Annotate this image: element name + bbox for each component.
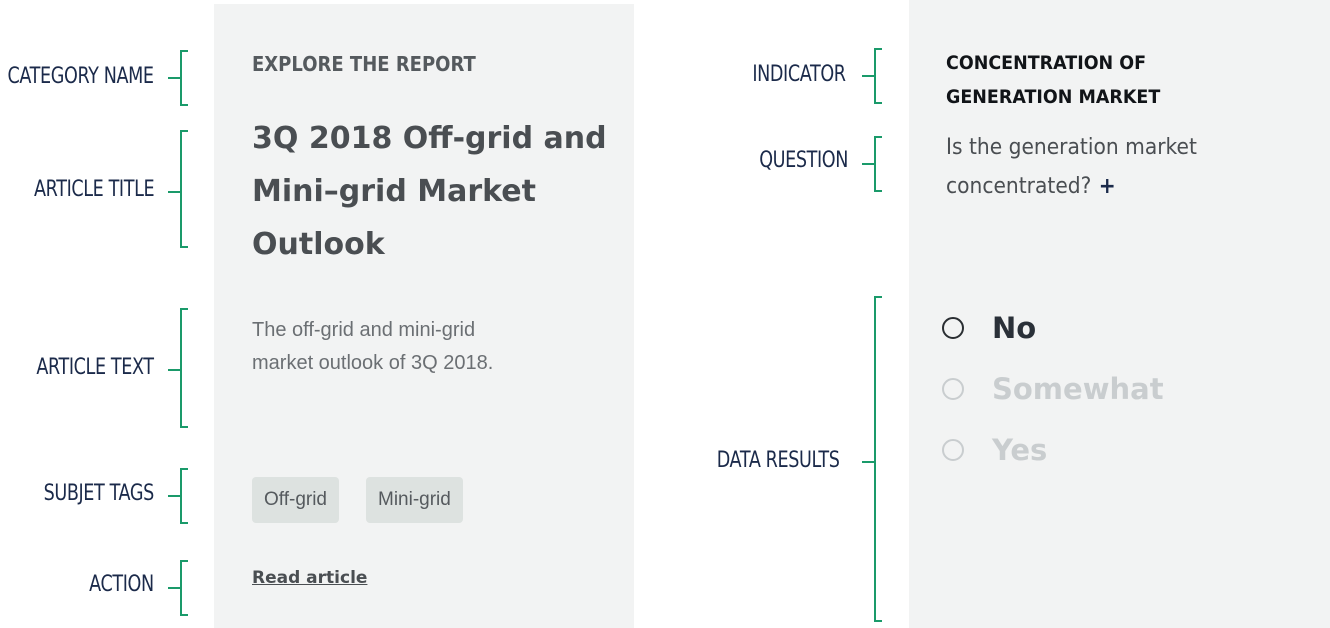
- radio-circle-icon: [942, 378, 964, 400]
- option-label: Yes: [992, 433, 1048, 467]
- annotation-indicator: INDICATOR: [752, 62, 847, 87]
- bracket-tick: [168, 369, 180, 371]
- article-title-line: Mini–grid Market: [252, 174, 536, 209]
- option-yes[interactable]: Yes: [942, 430, 1047, 470]
- bracket-article-text: [180, 308, 188, 428]
- option-somewhat[interactable]: Somewhat: [942, 369, 1164, 409]
- bracket-indicator: [874, 48, 882, 104]
- option-label: No: [992, 311, 1037, 345]
- annotation-question: QUESTION: [759, 148, 848, 173]
- bracket-action: [180, 560, 188, 616]
- question: Is the generation market concentrated? +: [946, 128, 1240, 206]
- article-text-line: The off-grid and mini-grid: [252, 319, 476, 341]
- bracket-tick: [862, 75, 874, 77]
- indicator-line: GENERATION MARKET: [946, 86, 1161, 108]
- bracket-tick: [862, 163, 874, 165]
- bracket-tick: [168, 77, 180, 79]
- annotation-subject-tags: SUBJET TAGS: [43, 481, 155, 506]
- option-no[interactable]: No: [942, 308, 1036, 348]
- bracket-article-title: [180, 130, 188, 248]
- bracket-data-results: [874, 296, 882, 622]
- category-name: EXPLORE THE REPORT: [252, 52, 476, 76]
- article-text: The off-grid and mini-grid market outloo…: [252, 314, 582, 380]
- article-title[interactable]: 3Q 2018 Off-grid and Mini–grid Market Ou…: [252, 112, 612, 271]
- annotation-data-results: DATA RESULTS: [717, 448, 840, 473]
- article-title-line: 3Q 2018 Off-grid and: [252, 121, 607, 156]
- article-text-line: market outlook of 3Q 2018.: [252, 352, 494, 374]
- annotation-category-name: CATEGORY NAME: [7, 64, 154, 89]
- question-line: concentrated? +: [946, 174, 1116, 199]
- bracket-tick: [168, 191, 180, 193]
- article-title-line: Outlook: [252, 227, 385, 262]
- annotation-article-title: ARTICLE TITLE: [33, 177, 155, 202]
- tag-off-grid[interactable]: Off-grid: [252, 477, 340, 523]
- expand-plus-icon[interactable]: +: [1099, 174, 1116, 199]
- bracket-subject-tags: [180, 468, 188, 524]
- bracket-tick: [168, 587, 180, 589]
- radio-circle-icon: [942, 439, 964, 461]
- tag-mini-grid[interactable]: Mini-grid: [366, 477, 463, 523]
- annotation-action: ACTION: [89, 572, 154, 597]
- indicator-name: CONCENTRATION OF GENERATION MARKET: [946, 46, 1222, 114]
- bracket-tick: [862, 461, 874, 463]
- read-article-link[interactable]: Read article: [252, 568, 367, 588]
- annotation-article-text: ARTICLE TEXT: [36, 355, 155, 380]
- radio-circle-icon: [942, 317, 964, 339]
- bracket-tick: [168, 495, 180, 497]
- option-label: Somewhat: [992, 372, 1164, 406]
- question-line: Is the generation market: [946, 135, 1197, 160]
- bracket-question: [874, 136, 882, 192]
- bracket-category-name: [180, 50, 188, 106]
- indicator-line: CONCENTRATION OF: [946, 52, 1147, 74]
